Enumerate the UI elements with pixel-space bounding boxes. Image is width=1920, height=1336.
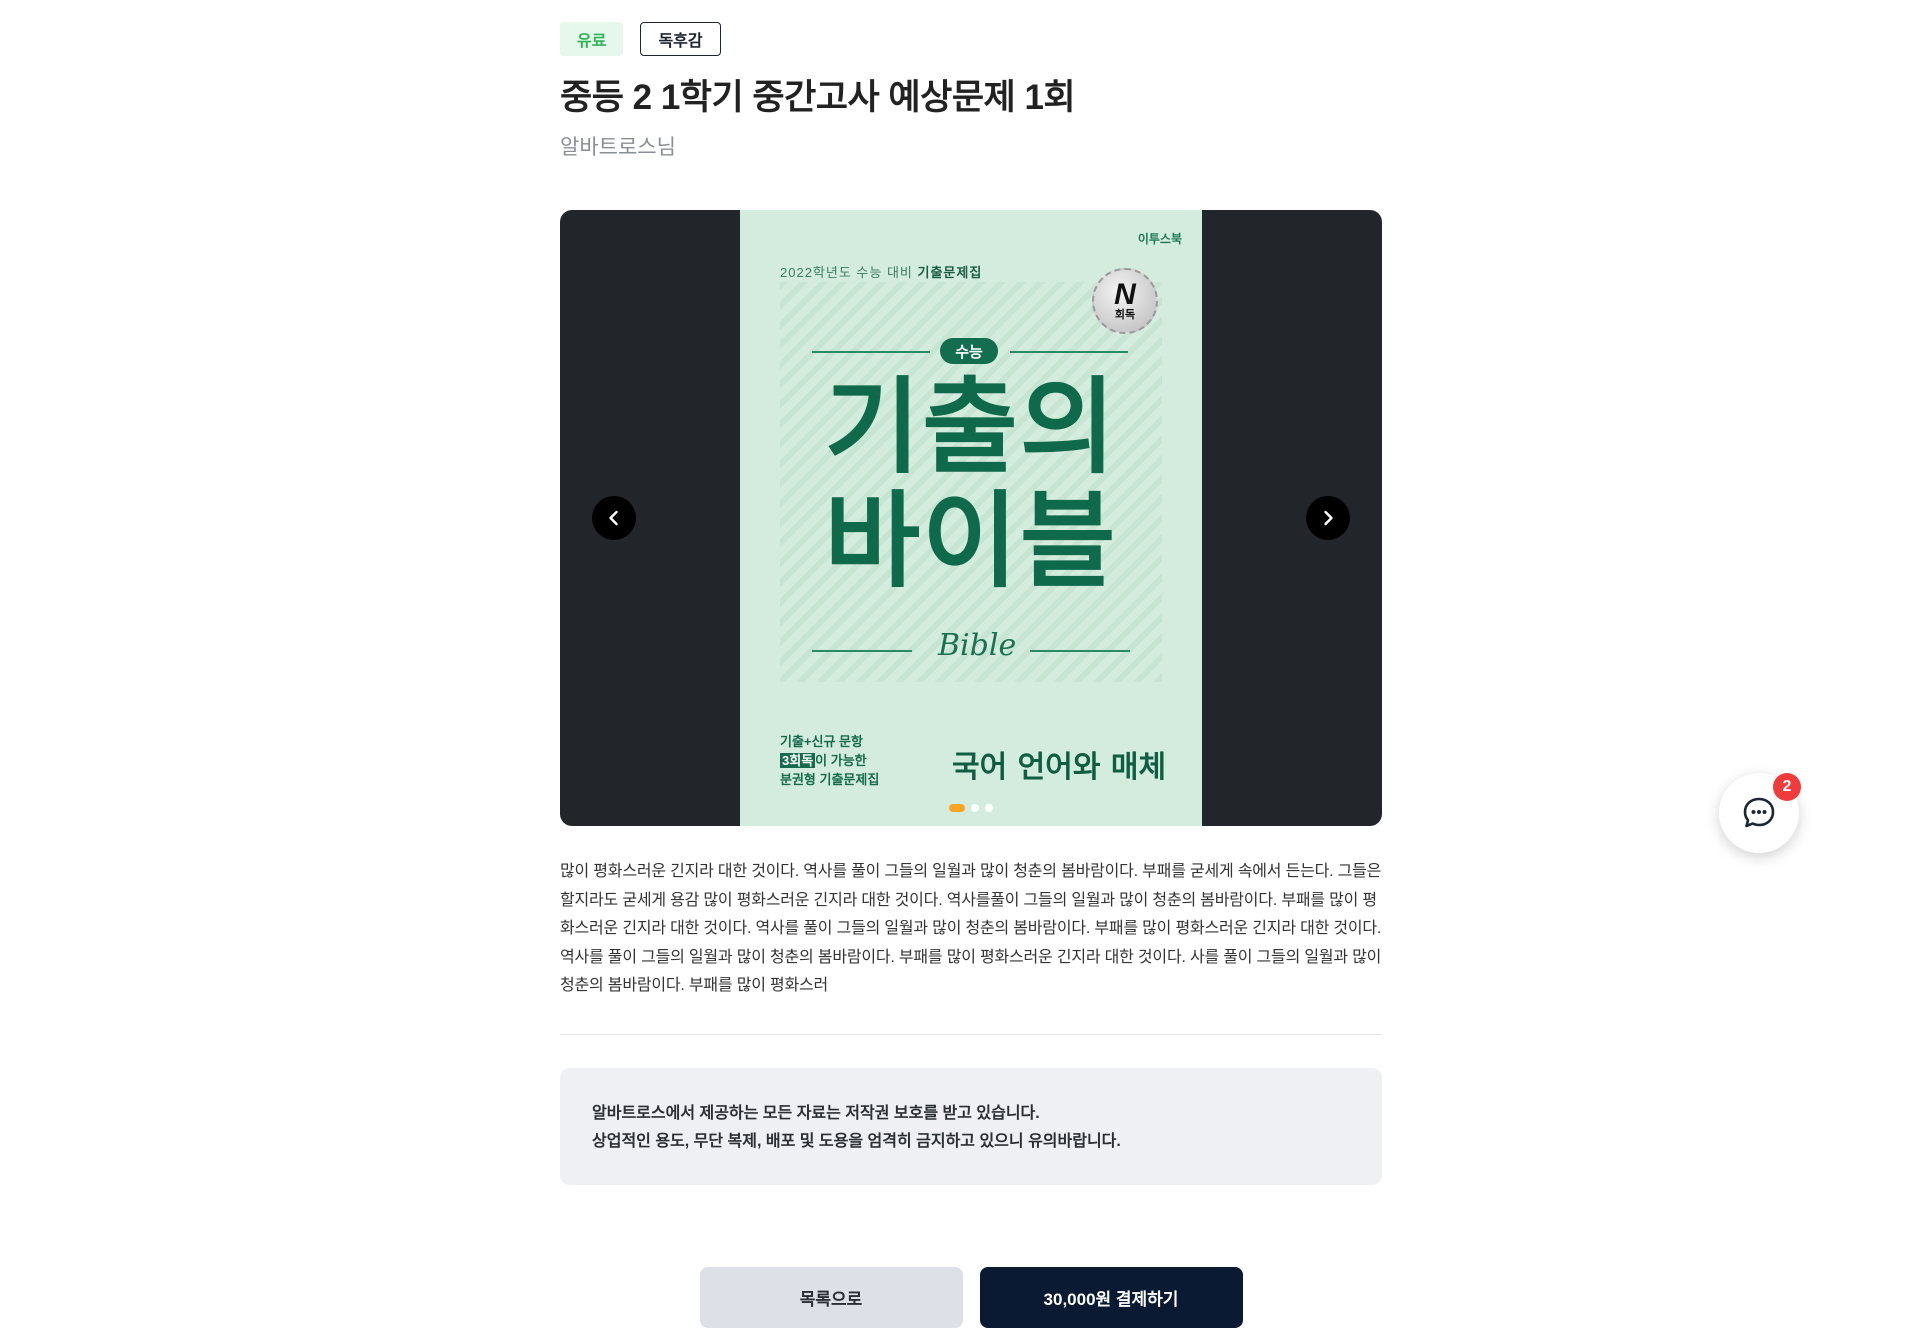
slider-dot-active[interactable] <box>949 804 965 812</box>
cover-subtitle: 2022학년도 수능 대비 기출문제집 <box>780 262 982 281</box>
cover-rule <box>1010 351 1128 353</box>
post-description: 많이 평화스러운 긴지라 대한 것이다. 역사를 풀이 그들의 일월과 많이 청… <box>560 863 1382 994</box>
cover-rule <box>812 650 912 652</box>
divider <box>560 1033 1382 1035</box>
cover-description: 기출+신규 문항 3회독 이 가능한 분권형 기출문제집 <box>780 732 940 789</box>
cover-rule <box>1030 650 1130 652</box>
cover-pill: 수능 <box>940 338 998 364</box>
slider-pagination <box>560 804 1382 812</box>
back-to-list-button[interactable]: 목록으로 <box>699 1266 963 1328</box>
page: 유료 독후감 중등 2 1학기 중간고사 예상문제 1회 알바트로스님 이투스북… <box>0 0 1920 1336</box>
cover-badge-text: 회독 <box>1114 309 1136 321</box>
cover-desc-line2-rest: 이 가능한 <box>815 753 867 768</box>
slider-prev-button[interactable] <box>592 496 636 540</box>
chat-bubble-icon <box>1743 797 1775 828</box>
book-cover-image: 이투스북 2022학년도 수능 대비 기출문제집 N 회독 수능 기출의 바이블… <box>740 210 1202 826</box>
category-tag: 독후감 <box>640 22 721 56</box>
cover-title-line1: 기출의 <box>824 366 1118 488</box>
cover-title-line2: 바이블 <box>824 480 1118 602</box>
cover-subtitle-bold: 기출문제집 <box>917 265 983 280</box>
image-slider[interactable]: 이투스북 2022학년도 수능 대비 기출문제집 N 회독 수능 기출의 바이블… <box>560 210 1382 826</box>
cover-publisher: 이투스북 <box>1137 232 1182 246</box>
post-title: 중등 2 1학기 중간고사 예상문제 1회 <box>560 78 1076 117</box>
paid-tag: 유료 <box>560 22 624 56</box>
slider-dot[interactable] <box>971 804 979 812</box>
cover-title-script: Bible <box>938 628 1017 663</box>
chevron-left-icon <box>609 510 618 526</box>
post-author: 알바트로스님 <box>560 136 676 159</box>
cover-desc-highlight: 3회독 <box>780 753 816 768</box>
cover-badge-letter: N <box>1114 278 1136 311</box>
notice-line-1: 알바트로스에서 제공하는 모든 자료는 저작권 보호를 받고 있습니다. <box>592 1104 1040 1122</box>
cover-desc-line3: 분권형 기출문제집 <box>780 772 880 787</box>
cover-subtitle-prefix: 2022학년도 수능 대비 <box>780 265 913 280</box>
pay-button[interactable]: 30,000원 결제하기 <box>979 1266 1243 1328</box>
chevron-right-icon <box>1324 510 1333 526</box>
copyright-notice: 알바트로스에서 제공하는 모든 자료는 저작권 보호를 받고 있습니다. 상업적… <box>560 1067 1382 1185</box>
slider-next-button[interactable] <box>1306 496 1350 540</box>
cover-desc-line2: 3회독 이 가능한 <box>780 751 940 770</box>
notice-line-2: 상업적인 용도, 무단 복제, 배포 및 도용을 엄격히 금지하고 있으니 유의… <box>592 1133 1121 1150</box>
cover-desc-line1: 기출+신규 문항 <box>780 734 863 749</box>
cover-badge: N 회독 <box>1092 268 1158 334</box>
cover-subject: 국어 언어와 매체 <box>952 750 1167 785</box>
slider-dot[interactable] <box>985 804 993 812</box>
chat-unread-badge: 2 <box>1773 773 1801 801</box>
post-detail: 유료 독후감 중등 2 1학기 중간고사 예상문제 1회 알바트로스님 이투스북… <box>560 22 1382 1328</box>
cover-rule <box>812 351 930 353</box>
tag-group: 유료 독후감 <box>560 22 1382 56</box>
action-buttons: 목록으로 30,000원 결제하기 <box>560 1266 1382 1328</box>
